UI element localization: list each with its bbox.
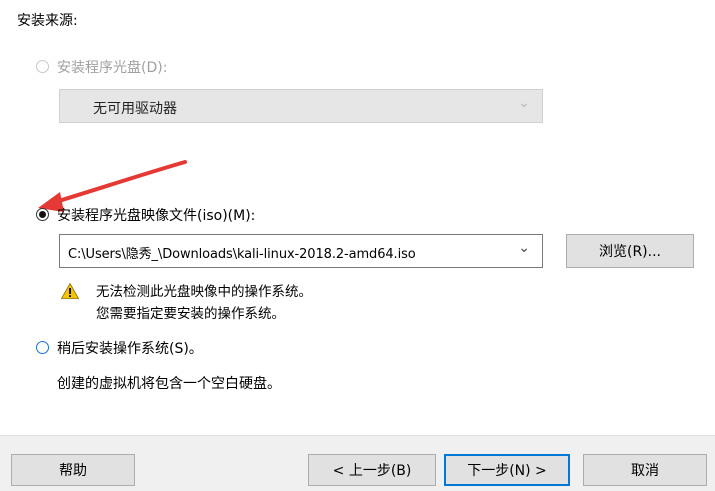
radio-iso-label: 安装程序光盘映像文件(iso)(M): — [57, 208, 256, 224]
iso-path-value: C:\Users\隐秀_\Downloads\kali-linux-2018.2… — [68, 247, 416, 262]
warning-line-1: 无法检测此光盘映像中的操作系统。 — [96, 284, 312, 300]
warning-line-2: 您需要指定要安装的操作系统。 — [96, 306, 285, 322]
help-button[interactable]: 帮助 — [11, 454, 135, 486]
section-title: 安装来源: — [17, 13, 78, 29]
iso-path-combobox[interactable]: C:\Users\隐秀_\Downloads\kali-linux-2018.2… — [59, 234, 543, 268]
chevron-down-icon: ⌄ — [518, 95, 530, 111]
radio-iso[interactable] — [36, 208, 49, 221]
cancel-button[interactable]: 取消 — [583, 454, 707, 486]
chevron-down-icon[interactable]: ⌄ — [518, 240, 530, 256]
radio-disc-label: 安装程序光盘(D): — [57, 60, 168, 76]
radio-later-label: 稍后安装操作系统(S)。 — [57, 341, 203, 357]
back-button[interactable]: < 上一步(B) — [308, 454, 436, 486]
radio-later[interactable] — [36, 341, 49, 354]
radio-disc[interactable] — [36, 60, 49, 73]
drive-dropdown[interactable]: 无可用驱动器 ⌄ — [59, 89, 543, 123]
warning-icon — [61, 283, 79, 299]
next-button[interactable]: 下一步(N) > — [444, 454, 570, 486]
drive-dropdown-value: 无可用驱动器 — [93, 101, 177, 117]
blank-disk-note: 创建的虚拟机将包含一个空白硬盘。 — [57, 376, 281, 392]
browse-button[interactable]: 浏览(R)... — [566, 234, 694, 268]
